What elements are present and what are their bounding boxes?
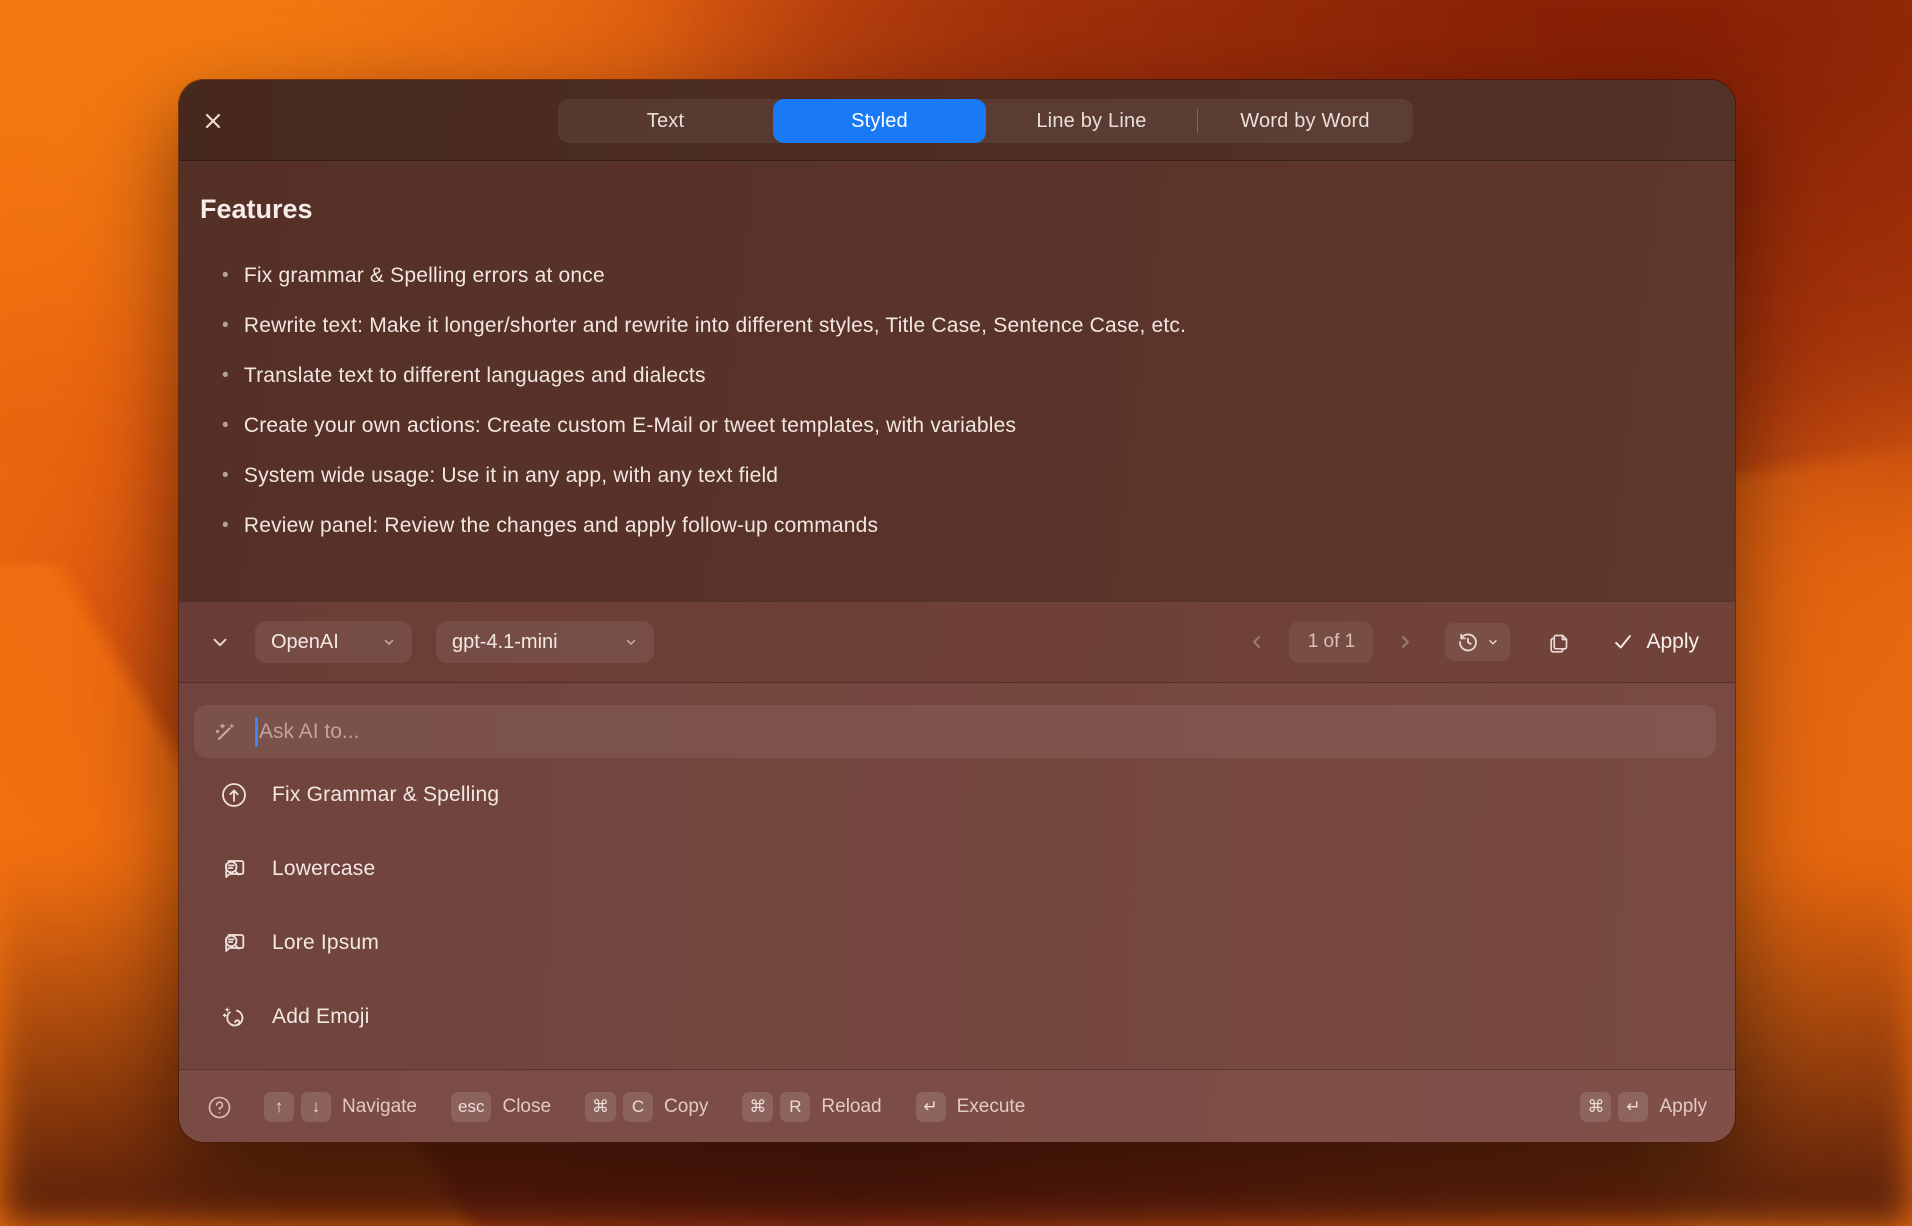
action-list: Fix Grammar & Spelling Lowercase <box>179 771 1735 1041</box>
help-icon <box>207 1095 232 1120</box>
feature-bullet: Create your own actions: Create custom E… <box>200 401 1695 451</box>
key-command: ⌘ <box>585 1092 616 1122</box>
help-button[interactable] <box>207 1095 232 1120</box>
hint-label: Apply <box>1659 1096 1707 1118</box>
close-icon <box>202 110 224 132</box>
previous-result-button[interactable] <box>1247 632 1267 652</box>
key-command: ⌘ <box>1580 1092 1611 1122</box>
hint-navigate: ↑ ↓ Navigate <box>264 1092 417 1122</box>
key-esc: esc <box>451 1092 491 1122</box>
toolbar-right-group: 1 of 1 <box>1247 621 1699 663</box>
tab-word-by-word[interactable]: Word by Word <box>1197 99 1413 143</box>
feature-bullet: Review panel: Review the changes and app… <box>200 501 1695 551</box>
feature-bullet: Translate text to different languages an… <box>200 351 1695 401</box>
action-lowercase[interactable]: Lowercase <box>179 845 1735 893</box>
checkmark-icon <box>1612 631 1634 653</box>
hint-label: Reload <box>821 1096 881 1118</box>
action-add-emoji[interactable]: Add Emoji <box>179 993 1735 1041</box>
copy-pages-icon <box>1546 629 1572 655</box>
key-c: C <box>623 1092 653 1122</box>
text-cursor <box>255 717 258 747</box>
toolbar-left-group: OpenAI gpt-4.1-mini <box>209 621 654 663</box>
key-r: R <box>780 1092 810 1122</box>
text-search-bubble-icon <box>220 929 248 957</box>
prompt-field[interactable] <box>194 705 1716 758</box>
action-label: Lore Ipsum <box>272 931 379 955</box>
ask-ai-input[interactable] <box>259 720 1698 744</box>
features-list: Fix grammar & Spelling errors at once Re… <box>200 251 1695 551</box>
tab-line-by-line[interactable]: Line by Line <box>986 99 1197 143</box>
shortcut-bar: ↑ ↓ Navigate esc Close ⌘ C Copy ⌘ R Relo… <box>179 1069 1735 1143</box>
history-icon <box>1456 630 1480 654</box>
collapse-button[interactable] <box>209 631 231 653</box>
provider-dropdown[interactable]: OpenAI <box>255 621 412 663</box>
key-arrow-up: ↑ <box>264 1092 294 1122</box>
hint-apply: ⌘ ↵ Apply <box>1580 1092 1707 1122</box>
magic-wand-icon <box>212 718 239 745</box>
text-search-bubble-icon <box>220 855 248 883</box>
next-result-button[interactable] <box>1395 632 1415 652</box>
action-lore-ipsum[interactable]: Lore Ipsum <box>179 919 1735 967</box>
key-command: ⌘ <box>742 1092 773 1122</box>
apply-button[interactable]: Apply <box>1612 630 1699 654</box>
hint-label: Copy <box>664 1096 708 1118</box>
model-toolbar: OpenAI gpt-4.1-mini <box>179 601 1735 683</box>
tab-text[interactable]: Text <box>558 99 773 143</box>
chevron-down-icon <box>209 631 231 653</box>
command-panel: Fix Grammar & Spelling Lowercase <box>179 683 1735 1069</box>
chevron-right-icon <box>1395 632 1415 652</box>
copy-result-button[interactable] <box>1546 629 1572 655</box>
chevron-down-icon <box>382 635 396 649</box>
chevron-left-icon <box>1247 632 1267 652</box>
action-fix-grammar[interactable]: Fix Grammar & Spelling <box>179 771 1735 819</box>
close-button[interactable] <box>201 109 225 133</box>
emoji-sparkle-icon <box>220 1003 248 1031</box>
apply-label: Apply <box>1646 630 1699 654</box>
chevron-down-icon <box>1487 636 1499 648</box>
feature-bullet: Fix grammar & Spelling errors at once <box>200 251 1695 301</box>
grammar-check-icon <box>220 781 248 809</box>
model-label: gpt-4.1-mini <box>452 631 558 654</box>
model-dropdown[interactable]: gpt-4.1-mini <box>436 621 654 663</box>
tab-styled[interactable]: Styled <box>773 99 986 143</box>
hint-label: Close <box>502 1096 551 1118</box>
features-heading: Features <box>200 192 1695 226</box>
page-indicator: 1 of 1 <box>1289 621 1373 663</box>
hint-copy: ⌘ C Copy <box>585 1092 708 1122</box>
action-label: Lowercase <box>272 857 375 881</box>
hint-execute: ↵ Execute <box>916 1092 1026 1122</box>
chevron-down-icon <box>624 635 638 649</box>
history-dropdown[interactable] <box>1445 623 1510 661</box>
hint-label: Execute <box>957 1096 1026 1118</box>
hint-label: Navigate <box>342 1096 417 1118</box>
view-mode-tabs: Text Styled Line by Line Word by Word <box>558 99 1413 143</box>
window-header: Text Styled Line by Line Word by Word <box>179 80 1735 161</box>
hint-close: esc Close <box>451 1092 551 1122</box>
action-label: Add Emoji <box>272 1005 370 1029</box>
provider-label: OpenAI <box>271 631 339 654</box>
ai-command-window: Text Styled Line by Line Word by Word Fe… <box>178 79 1736 1143</box>
action-label: Fix Grammar & Spelling <box>272 783 499 807</box>
feature-bullet: System wide usage: Use it in any app, wi… <box>200 451 1695 501</box>
key-return: ↵ <box>916 1092 946 1122</box>
response-panel: Features Fix grammar & Spelling errors a… <box>179 161 1735 601</box>
feature-bullet: Rewrite text: Make it longer/shorter and… <box>200 301 1695 351</box>
key-arrow-down: ↓ <box>301 1092 331 1122</box>
hint-reload: ⌘ R Reload <box>742 1092 881 1122</box>
key-return: ↵ <box>1618 1092 1648 1122</box>
